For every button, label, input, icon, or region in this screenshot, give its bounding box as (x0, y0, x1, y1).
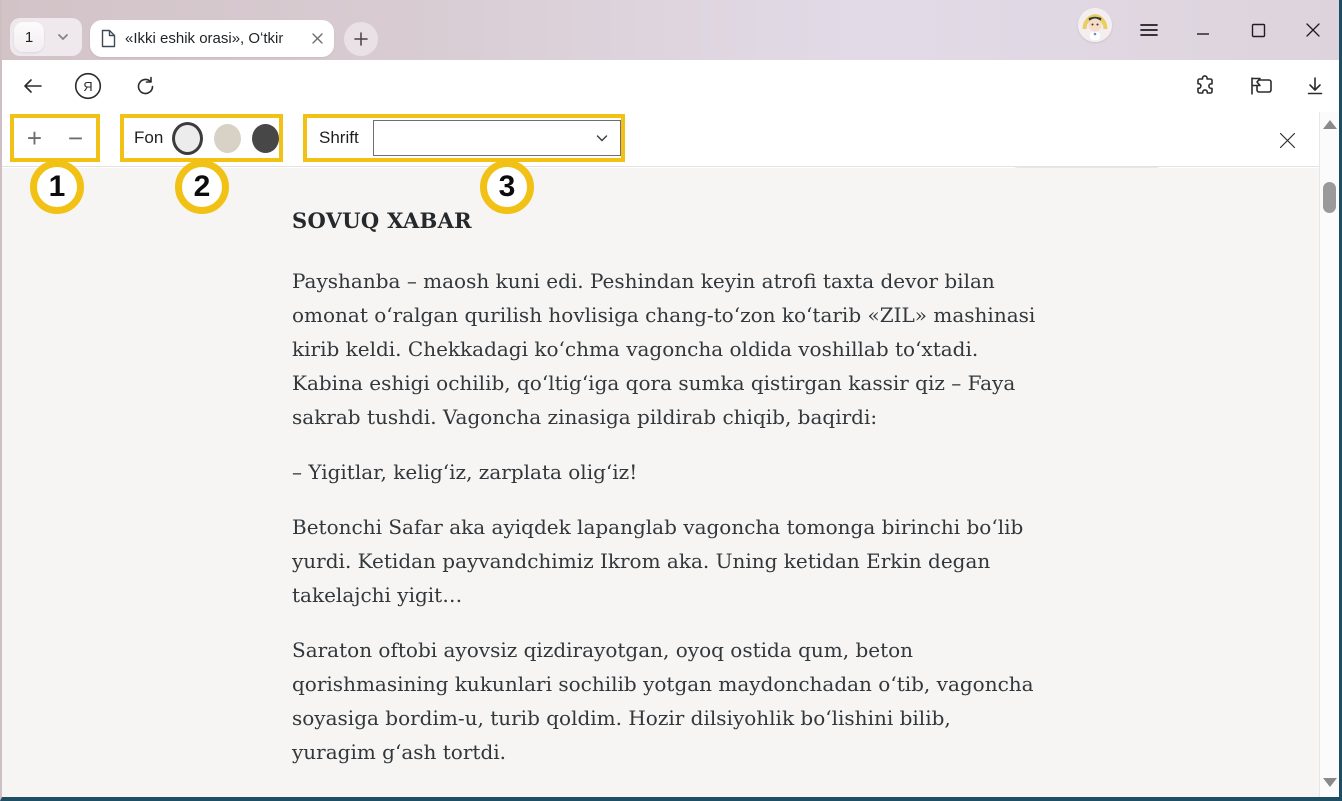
collections-button[interactable] (1244, 60, 1278, 112)
tab-title: «Ikki eshik orasi», Oʻtkir (125, 30, 303, 47)
page-doc-icon (100, 29, 117, 48)
yandex-letter: Я (83, 79, 92, 94)
new-tab-button[interactable] (344, 22, 378, 56)
chevron-down-icon[interactable] (56, 30, 70, 44)
font-decrease-button[interactable]: − (68, 125, 83, 151)
tab-count-badge: 1 (14, 22, 44, 52)
extensions-button[interactable] (1190, 60, 1220, 112)
menu-button[interactable] (1134, 0, 1164, 60)
background-option-sepia[interactable] (214, 124, 241, 153)
close-reader-toolbar-button[interactable] (1273, 126, 1301, 154)
yandex-home-button[interactable]: Я (72, 60, 104, 112)
downloads-button[interactable] (1300, 60, 1330, 112)
minimize-button[interactable] (1187, 0, 1219, 60)
active-tab[interactable]: «Ikki eshik orasi», Oʻtkir (90, 20, 334, 57)
back-button[interactable] (18, 60, 48, 112)
shrift-label: Shrift (319, 128, 359, 148)
chapter-heading: SOVUQ XABAR (292, 208, 1036, 233)
close-window-button[interactable] (1296, 0, 1330, 60)
highlight-box-font: Shrift (303, 114, 625, 162)
background-option-light[interactable] (172, 122, 203, 155)
maximize-button[interactable] (1242, 0, 1274, 60)
vertical-scrollbar[interactable] (1319, 112, 1339, 797)
book-paragraph: Betonchi Safar aka ayiqdek lapanglab vag… (292, 510, 1036, 612)
annotation-badge-3: 3 (480, 160, 534, 214)
reader-settings-toolbar: + − Fon Shrift (2, 112, 1339, 167)
highlight-box-font-size: + − (10, 114, 100, 162)
book-paragraph: Saraton oftobi ayovsiz qizdirayotgan, oy… (292, 633, 1036, 769)
tab-close-icon[interactable] (311, 32, 324, 45)
highlight-box-background: Fon (120, 114, 283, 162)
shrift-select[interactable] (373, 120, 621, 156)
profile-avatar[interactable] (1078, 8, 1112, 42)
browser-window: 1 «Ikki eshik orasi», Oʻtkir (0, 0, 1342, 801)
book-paragraph: – Yigitlar, keligʻiz, zarplata oligʻiz! (292, 455, 1036, 489)
font-increase-button[interactable]: + (27, 125, 42, 151)
chevron-down-icon (594, 130, 610, 146)
scrollbar-thumb[interactable] (1323, 182, 1336, 213)
tab-counter[interactable]: 1 (10, 18, 82, 56)
fon-label: Fon (134, 128, 163, 148)
book-paragraph: Payshanba – maosh kuni edi. Peshindan ke… (292, 264, 1036, 434)
tab-strip: 1 «Ikki eshik orasi», Oʻtkir (2, 0, 1339, 60)
navigation-toolbar: Я www.litres.ru «Ikki eshik orasi», Oʻtk… (2, 60, 1339, 112)
book-content-area: SOVUQ XABAR Payshanba – maosh kuni edi. … (2, 168, 1319, 797)
background-option-dark[interactable] (252, 124, 279, 153)
scroll-down-arrow[interactable] (1323, 778, 1337, 787)
reload-button[interactable] (130, 60, 160, 112)
scroll-up-arrow[interactable] (1323, 120, 1337, 129)
annotation-badge-1: 1 (30, 160, 84, 214)
annotation-badge-2: 2 (175, 160, 229, 214)
